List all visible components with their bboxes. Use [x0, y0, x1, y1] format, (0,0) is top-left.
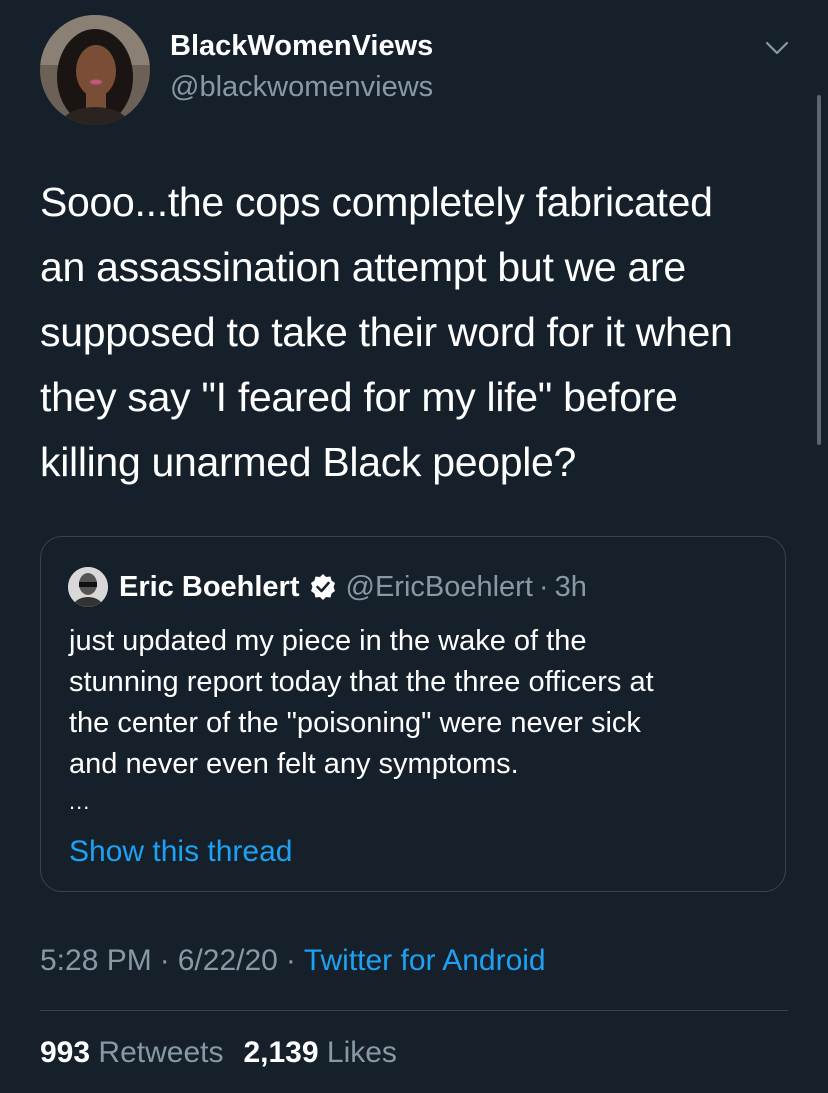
tweet-time[interactable]: 5:28 PM	[40, 944, 152, 977]
likes-label: Likes	[326, 1036, 397, 1069]
quoted-author-name[interactable]: Eric Boehlert	[119, 571, 300, 604]
verified-badge-icon	[308, 572, 338, 602]
quoted-text-line: just updated my piece in the wake of the	[69, 625, 587, 657]
tweet-stats: 993 Retweets 2,139 Likes	[40, 1036, 397, 1070]
likes-count: 2,139	[243, 1036, 319, 1069]
retweets-label: Retweets	[98, 1036, 224, 1069]
author-display-name[interactable]: BlackWomenViews	[170, 30, 433, 63]
likes-stat[interactable]: 2,139 Likes	[243, 1036, 396, 1069]
quoted-author-avatar[interactable]	[68, 567, 108, 607]
author-handle[interactable]: @blackwomenviews	[170, 71, 433, 104]
tweet-text-line: killing unarmed Black people?	[40, 439, 577, 485]
quoted-author-handle[interactable]: @EricBoehlert	[346, 571, 533, 604]
divider	[40, 1010, 788, 1011]
author-avatar-image	[40, 15, 150, 125]
tweet-text: Sooo...the cops completely fabricated an…	[40, 170, 800, 495]
tweet-text-line: an assassination attempt but we are	[40, 244, 686, 290]
retweets-stat[interactable]: 993 Retweets	[40, 1036, 223, 1069]
quoted-text-line: stunning report today that the three off…	[69, 666, 654, 698]
tweet-date[interactable]: 6/22/20	[178, 944, 278, 977]
scrollbar[interactable]	[817, 95, 821, 445]
meta-separator: ·	[285, 944, 296, 977]
tweet-text-line: supposed to take their word for it when	[40, 309, 733, 355]
retweets-count: 993	[40, 1036, 91, 1069]
chevron-down-icon[interactable]	[762, 36, 792, 60]
quoted-author-avatar-image	[68, 567, 108, 607]
meta-separator: ·	[159, 944, 170, 977]
tweet-text-line: they say "I feared for my life" before	[40, 374, 678, 420]
quoted-tweet-text: just updated my piece in the wake of the…	[69, 621, 769, 785]
quoted-text-line: the center of the "poisoning" were never…	[69, 707, 641, 739]
quoted-tweet-header: Eric Boehlert @EricBoehlert · 3h	[119, 567, 587, 607]
quoted-ellipsis: ...	[69, 789, 91, 814]
quoted-text-line: and never even felt any symptoms.	[69, 748, 519, 780]
quoted-tweet-time: 3h	[554, 570, 587, 603]
tweet-source-link[interactable]: Twitter for Android	[304, 944, 546, 977]
author-avatar[interactable]	[40, 15, 150, 125]
tweet-metadata: 5:28 PM · 6/22/20 · Twitter for Android	[40, 944, 546, 978]
quoted-separator: ·	[538, 570, 549, 603]
show-thread-link[interactable]: Show this thread	[69, 835, 292, 869]
quoted-tweet-card[interactable]: Eric Boehlert @EricBoehlert · 3h just up…	[40, 536, 786, 892]
tweet-text-line: Sooo...the cops completely fabricated	[40, 179, 713, 225]
